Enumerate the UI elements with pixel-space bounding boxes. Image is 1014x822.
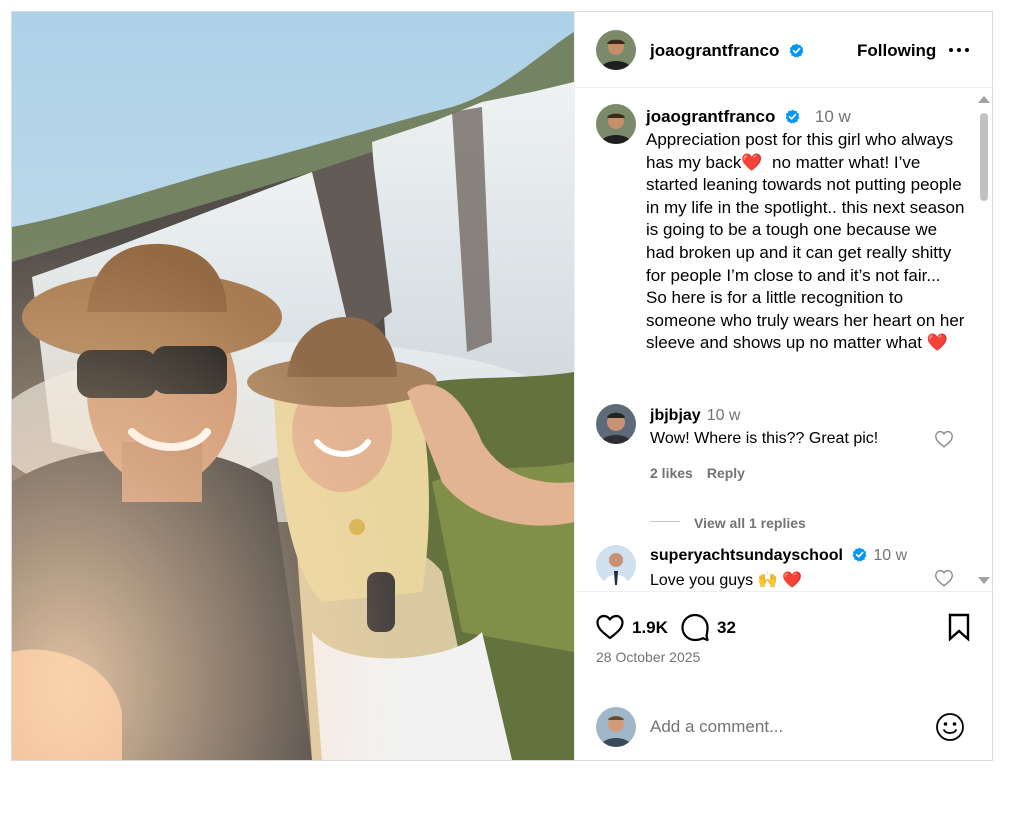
emoji-smiley-icon[interactable] [934, 711, 966, 743]
author-username[interactable]: joaograntfranco [650, 41, 804, 61]
post-header: joaograntfranco Following [575, 12, 993, 88]
post-actions: 1.9K 32 28 October 2025 [575, 591, 993, 760]
comment-bubble-icon[interactable] [679, 611, 711, 643]
comment-meta: 2 likes Reply [650, 465, 759, 481]
author-username-text: joaograntfranco [650, 41, 780, 60]
verified-badge-icon [789, 43, 804, 58]
comment-avatar[interactable] [596, 404, 636, 444]
view-replies-button[interactable]: View all 1 replies [694, 515, 806, 531]
current-user-avatar-image [596, 707, 636, 747]
caption-avatar-image [596, 104, 636, 144]
caption-author-avatar[interactable] [596, 104, 636, 144]
comment-likes-count[interactable]: 2 likes [650, 465, 693, 481]
instagram-post: joaograntfranco Following joaograntfranc… [11, 11, 993, 761]
post-photo[interactable] [12, 12, 574, 760]
bookmark-icon[interactable] [943, 611, 975, 643]
comment-text: Wow! Where is this?? Great pic! [650, 430, 879, 447]
scroll-down-arrow-icon[interactable] [978, 577, 990, 584]
following-button[interactable]: Following [857, 41, 936, 61]
scrollbar-thumb[interactable] [980, 113, 988, 201]
comments-count[interactable]: 32 [717, 618, 736, 638]
comments-section[interactable]: joaograntfranco 10 w Appreciation post f… [575, 89, 993, 591]
comment-username-text: jbjbjay [650, 407, 701, 424]
like-heart-icon[interactable] [594, 611, 626, 643]
comment-like-heart-icon[interactable] [933, 567, 955, 589]
verified-badge-icon [785, 109, 800, 124]
author-avatar-image [596, 30, 636, 70]
post-side-panel: joaograntfranco Following joaograntfranc… [574, 12, 993, 760]
commenter-avatar-image [596, 545, 636, 585]
more-horizontal-icon[interactable] [947, 38, 971, 62]
comment-avatar[interactable] [596, 545, 636, 585]
comment-username[interactable]: superyachtsundayschool 10 w [650, 547, 907, 565]
likes-count[interactable]: 1.9K [632, 618, 668, 638]
author-avatar[interactable] [596, 30, 636, 70]
add-comment-bar [575, 695, 993, 761]
caption-username-text: joaograntfranco [646, 107, 776, 126]
comment-text: Love you guys 🙌 ❤️ [650, 572, 802, 589]
scroll-up-arrow-icon[interactable] [978, 96, 990, 103]
caption-username[interactable]: joaograntfranco 10 w [646, 107, 851, 127]
replies-divider-line [650, 521, 680, 522]
add-comment-input[interactable] [650, 715, 920, 739]
comment-like-heart-icon[interactable] [933, 428, 955, 450]
comment-reply-button[interactable]: Reply [707, 465, 745, 481]
comment-timestamp: 10 w [873, 547, 908, 564]
verified-badge-icon [852, 547, 867, 562]
caption-timestamp: 10 w [814, 107, 851, 126]
post-date: 28 October 2025 [596, 649, 701, 665]
comment-username-text: superyachtsundayschool [650, 547, 843, 564]
selfie-waterfall-image [12, 12, 574, 760]
current-user-avatar[interactable] [596, 707, 636, 747]
comment-username[interactable]: jbjbjay 10 w [650, 407, 740, 425]
caption-text: Appreciation post for this girl who alwa… [646, 130, 970, 353]
commenter-avatar-image [596, 404, 636, 444]
comment-timestamp: 10 w [706, 407, 741, 424]
